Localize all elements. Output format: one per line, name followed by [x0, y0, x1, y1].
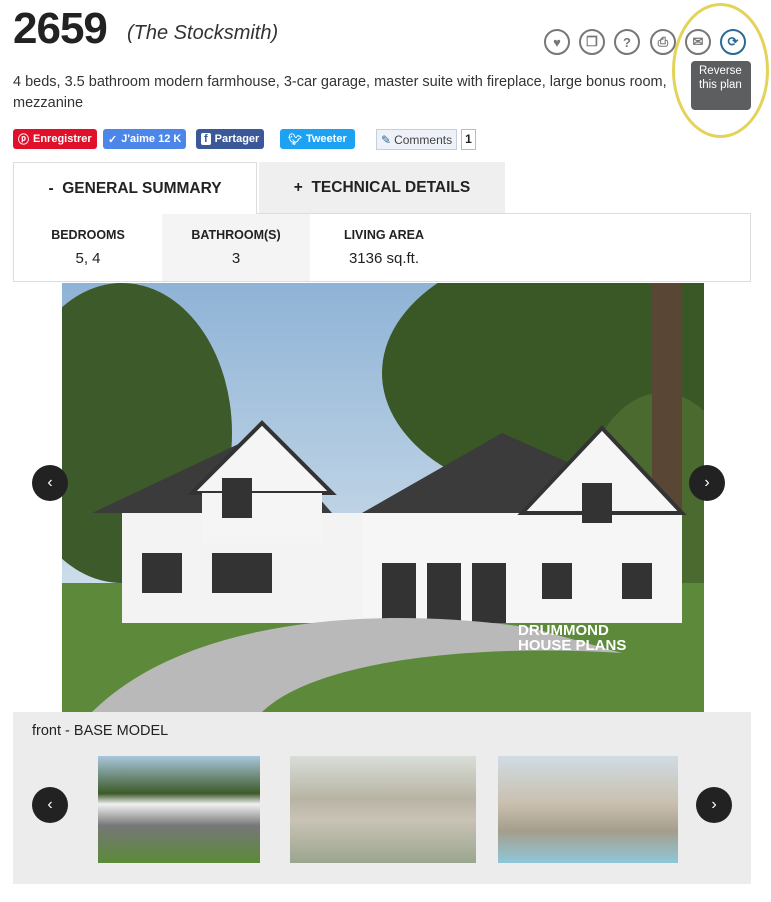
summary-living-area: LIVING AREA 3136 sq.ft. [343, 228, 425, 267]
pinterest-icon: ⓟ [18, 134, 29, 146]
print-icon: ⎙ [657, 34, 669, 49]
tab-general-summary[interactable]: - GENERAL SUMMARY [13, 162, 257, 214]
comments-count: 1 [461, 129, 476, 150]
comments-button[interactable]: ✎ Comments [376, 129, 458, 150]
help-button[interactable]: ? [614, 29, 640, 55]
thumbnail-2[interactable] [290, 756, 476, 863]
summary-bathrooms: BATHROOM(S) 3 [162, 214, 310, 281]
compare-button[interactable]: ❐ [579, 29, 605, 55]
plan-description: 4 beds, 3.5 bathroom modern farmhouse, 3… [13, 74, 667, 111]
hero-next-button[interactable]: › [689, 465, 725, 501]
thumbnail-3[interactable] [498, 756, 678, 863]
print-button[interactable]: ⎙ [650, 29, 676, 55]
highlight-circle [672, 3, 769, 138]
summary-bedrooms: BEDROOMS 5, 4 [51, 228, 125, 267]
pinterest-save-button[interactable]: ⓟ Enregistrer [13, 129, 97, 149]
thumbs-next-button[interactable]: › [696, 787, 732, 823]
help-icon: ? [623, 34, 631, 50]
watermark-logo: DRUMMOND HOUSE PLANS [518, 622, 627, 654]
hero-prev-button[interactable]: ‹ [32, 465, 68, 501]
favorite-button[interactable]: ♥ [544, 29, 570, 55]
facebook-icon: f [201, 133, 211, 145]
heart-icon: ♥ [553, 34, 561, 50]
tweet-button[interactable]: 🐦︎ Tweeter [280, 129, 355, 149]
thumbs-prev-button[interactable]: ‹ [32, 787, 68, 823]
summary-table: BEDROOMS 5, 4 BATHROOM(S) 3 LIVING AREA 313… [13, 213, 751, 282]
plan-name: (The Stocksmith) [127, 22, 279, 44]
plan-number: 2659 [13, 4, 108, 53]
tab-technical-details[interactable]: + TECHNICAL DETAILS [259, 162, 505, 214]
facebook-share-button[interactable]: f Partager [196, 129, 265, 149]
facebook-like-button[interactable]: ✓ J'aime 12 K [103, 129, 187, 149]
image-caption: front - BASE MODEL [32, 723, 169, 739]
house-main-image: DRUMMOND HOUSE PLANS [62, 283, 704, 712]
copy-icon: ❐ [586, 34, 598, 49]
check-icon: ✓ [108, 133, 118, 146]
edit-icon: ✎ [381, 132, 392, 147]
twitter-icon: 🐦︎ [288, 133, 302, 146]
thumbnail-1[interactable] [98, 756, 260, 863]
